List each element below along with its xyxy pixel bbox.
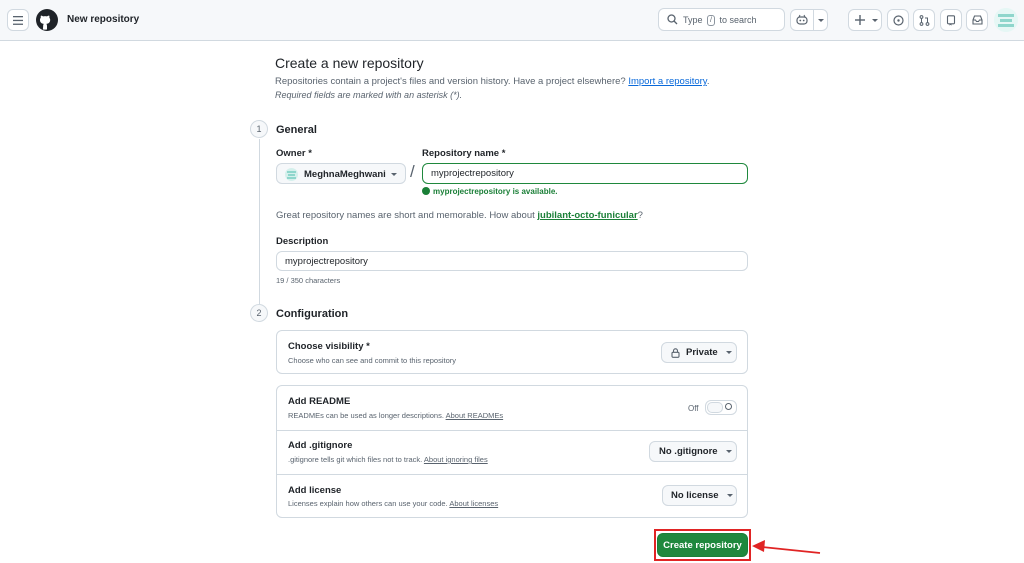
search-placeholder: Type / to search [683, 15, 757, 26]
readme-toggle-label: Off [688, 404, 699, 413]
chevron-down-icon [726, 494, 733, 497]
page-context-title: New repository [67, 14, 140, 25]
avatar-identicon-icon [994, 8, 1018, 32]
section-title-general: General [276, 124, 317, 136]
repo-icon [946, 14, 956, 26]
license-description: Licenses explain how others can use your… [288, 499, 499, 508]
step-number-2: 2 [250, 304, 268, 322]
search-icon [667, 14, 678, 25]
check-circle-icon [422, 187, 430, 195]
chevron-down-icon [391, 173, 397, 176]
repository-name-label: Repository name * [422, 148, 506, 159]
gitignore-dropdown[interactable]: No .gitignore [649, 441, 737, 462]
annotation-arrow-icon [752, 540, 821, 554]
chevron-down-icon [725, 351, 732, 354]
character-count: 19 / 350 characters [276, 276, 341, 285]
inbox-icon [971, 15, 983, 25]
visibility-description: Choose who can see and commit to this re… [288, 356, 456, 365]
page-lead: Repositories contain a project's files a… [275, 76, 710, 87]
license-dropdown[interactable]: No license [662, 485, 737, 506]
pull-request-icon [919, 14, 929, 26]
copilot-button-group[interactable] [790, 9, 828, 31]
readme-toggle[interactable] [705, 400, 737, 415]
license-title: Add license [288, 485, 342, 496]
repositories-button[interactable] [940, 9, 962, 31]
step-number-1: 1 [250, 120, 268, 138]
plus-icon [855, 15, 865, 25]
suggested-name-link[interactable]: jubilant-octo-funicular [537, 210, 637, 221]
issues-button[interactable] [887, 9, 909, 31]
visibility-title: Choose visibility * [288, 341, 370, 352]
readme-description: READMEs can be used as longer descriptio… [288, 411, 504, 420]
visibility-card: Choose visibility * Choose who can see a… [276, 330, 748, 374]
gitignore-description: .gitignore tells git which files not to … [288, 455, 488, 464]
availability-message: myprojectrepository is available. [422, 187, 558, 196]
description-input[interactable]: myprojectrepository [276, 251, 748, 271]
owner-name: MeghnaMeghwani [304, 169, 386, 180]
pull-requests-button[interactable] [913, 9, 935, 31]
visibility-dropdown[interactable]: Private [661, 342, 737, 363]
user-avatar[interactable] [994, 8, 1018, 32]
copilot-icon [796, 14, 808, 25]
github-logo-icon[interactable] [36, 9, 58, 31]
owner-avatar [285, 168, 298, 181]
chevron-down-icon [872, 19, 878, 22]
owner-label: Owner * [276, 148, 312, 159]
search-input[interactable]: Type / to search [658, 8, 785, 31]
about-readmes-link[interactable]: About READMEs [446, 411, 504, 420]
about-ignoring-files-link[interactable]: About ignoring files [424, 455, 488, 464]
inbox-button[interactable] [966, 9, 988, 31]
lock-icon [671, 347, 680, 358]
step-connector [259, 139, 260, 304]
section-title-configuration: Configuration [276, 308, 349, 320]
required-fields-note: Required fields are marked with an aster… [275, 90, 463, 100]
off-indicator-icon [725, 403, 732, 410]
name-suggestion: Great repository names are short and mem… [276, 210, 643, 221]
page-title: Create a new repository [275, 55, 424, 71]
readme-title: Add README [288, 396, 351, 407]
menu-button[interactable] [7, 9, 29, 31]
hamburger-icon [13, 15, 23, 25]
owner-dropdown[interactable]: MeghnaMeghwani [276, 163, 406, 184]
gitignore-title: Add .gitignore [288, 440, 353, 451]
issue-icon [892, 14, 904, 26]
chevron-down-icon [725, 450, 732, 453]
description-label: Description [276, 236, 329, 247]
create-repository-button[interactable]: Create repository [657, 533, 748, 557]
owner-repo-separator: / [410, 162, 415, 181]
repository-name-input[interactable]: myprojectrepository [422, 163, 748, 184]
about-licenses-link[interactable]: About licenses [449, 499, 498, 508]
import-repository-link[interactable]: Import a repository [628, 76, 707, 87]
chevron-down-icon [818, 19, 824, 22]
create-new-button[interactable] [848, 9, 882, 31]
top-header: New repository Type / to search [0, 0, 1024, 41]
options-card: Add README READMEs can be used as longer… [276, 385, 748, 518]
